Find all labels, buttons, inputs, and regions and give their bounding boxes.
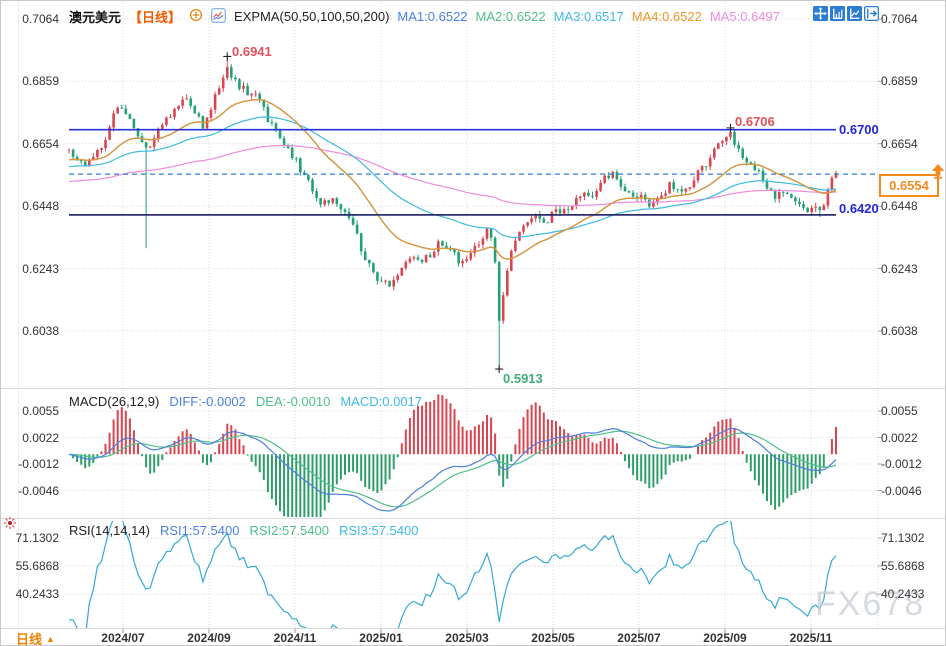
macd-header: MACD(26,12,9) DIFF:-0.0002 DEA:-0.0010 M… [69, 394, 422, 409]
ema-lines-layer [69, 100, 836, 259]
rsi-axis-left-label: 55.6868 [1, 559, 59, 573]
time-axis-label: 2024/11 [274, 631, 317, 645]
price-up-arrow-icon [930, 163, 946, 185]
price-axis-left-label: 0.6654 [1, 137, 59, 151]
macd-axis-left-label: 0.0022 [1, 431, 59, 445]
rsi-axis-right-label: 40.2433 [881, 587, 924, 601]
price-axis-left-label: 0.6243 [1, 262, 59, 276]
annotation-high-2025: 0.6706 [735, 114, 775, 129]
macd-axis-right-label: -0.0046 [881, 484, 922, 498]
ma1-value: MA1:0.6522 [397, 9, 467, 24]
rsi-header: RSI(14,14,14) RSI1:57.5400 RSI2:57.5400 … [69, 523, 418, 538]
rsi-axis-right-label: 71.1302 [881, 531, 924, 545]
period-tag: 【日线】 [129, 7, 181, 26]
price-axis-left-label: 0.6448 [1, 199, 59, 213]
price-axis-left-label: 0.6038 [1, 324, 59, 338]
ma3-value: MA3:0.6517 [554, 9, 624, 24]
level-lines-layer [69, 130, 878, 215]
macd-diff-value: DIFF:-0.0002 [169, 394, 246, 409]
time-axis-label: 2024/07 [101, 631, 144, 645]
time-axis-label: 2025/05 [531, 631, 574, 645]
annotation-high-2024: 0.6941 [232, 44, 272, 59]
chart-window: FX678 澳元美元 【日线】 EXPMA(50,50,100,50,200) … [0, 0, 946, 646]
period-selector[interactable]: 日线 ▲ [16, 629, 55, 646]
period-selector-label: 日线 [16, 629, 42, 646]
next-period-icon[interactable] [864, 6, 879, 21]
y-axis-scale-icon[interactable] [830, 6, 845, 21]
support-level-label: 0.6420 [839, 201, 879, 216]
rsi-axis-left-label: 40.2433 [1, 587, 59, 601]
candles-layer [68, 56, 838, 369]
expma-label: EXPMA(50,50,100,50,200) [234, 9, 389, 24]
macd-dea-value: DEA:-0.0010 [256, 394, 330, 409]
rsi2-value: RSI2:57.5400 [249, 523, 329, 538]
rsi1-value: RSI1:57.5400 [160, 523, 240, 538]
macd-axis-right-label: 0.0055 [881, 404, 918, 418]
chart-type-icon[interactable] [211, 8, 226, 26]
annotation-low-2025: 0.5913 [503, 371, 543, 386]
x-axis-scale-icon[interactable] [847, 6, 862, 21]
rsi-axis-right-label: 55.6868 [881, 559, 924, 573]
macd-axis-right-label: 0.0022 [881, 431, 918, 445]
rsi-title: RSI(14,14,14) [69, 523, 150, 538]
macd-macd-value: MACD:0.0017 [340, 394, 422, 409]
macd-axis-right-label: -0.0012 [881, 457, 922, 471]
price-axis-left-label: 0.7064 [1, 12, 59, 26]
main-chart-header: 澳元美元 【日线】 EXPMA(50,50,100,50,200) MA1:0.… [69, 7, 780, 26]
price-axis-left-label: 0.6859 [1, 74, 59, 88]
live-status-icon [3, 516, 17, 535]
time-axis-label: 2025/07 [617, 631, 660, 645]
ma4-value: MA4:0.6522 [632, 9, 702, 24]
price-axis-right-label: 0.6243 [881, 262, 918, 276]
time-axis-label: 2025/11 [790, 631, 833, 645]
rsi3-value: RSI3:57.5400 [339, 523, 419, 538]
time-axis-label: 2025/01 [359, 631, 402, 645]
chart-toolbar [813, 6, 879, 21]
ma5-value: MA5:0.6497 [710, 9, 780, 24]
ma2-value: MA2:0.6522 [476, 9, 546, 24]
marker-layer [223, 52, 734, 373]
add-indicator-icon[interactable] [189, 8, 203, 25]
macd-axis-left-label: -0.0046 [1, 484, 59, 498]
time-axis-label: 2024/09 [187, 631, 230, 645]
macd-axis-left-label: 0.0055 [1, 404, 59, 418]
dropdown-arrow-icon: ▲ [46, 634, 55, 644]
price-axis-right-label: 0.6448 [881, 199, 918, 213]
chart-canvas[interactable] [1, 1, 946, 646]
macd-title: MACD(26,12,9) [69, 394, 159, 409]
time-axis-label: 2025/09 [703, 631, 746, 645]
price-axis-right-label: 0.7064 [881, 12, 918, 26]
macd-axis-left-label: -0.0012 [1, 457, 59, 471]
price-axis-right-label: 0.6038 [881, 324, 918, 338]
time-axis-label: 2025/03 [445, 631, 488, 645]
price-axis-right-label: 0.6654 [881, 137, 918, 151]
price-axis-right-label: 0.6859 [881, 74, 918, 88]
pan-crosshair-icon[interactable] [813, 6, 828, 21]
macd-layer [69, 394, 836, 521]
symbol-name: 澳元美元 [69, 7, 121, 26]
resistance-level-label: 0.6700 [839, 122, 879, 137]
grid-layer [1, 3, 946, 633]
